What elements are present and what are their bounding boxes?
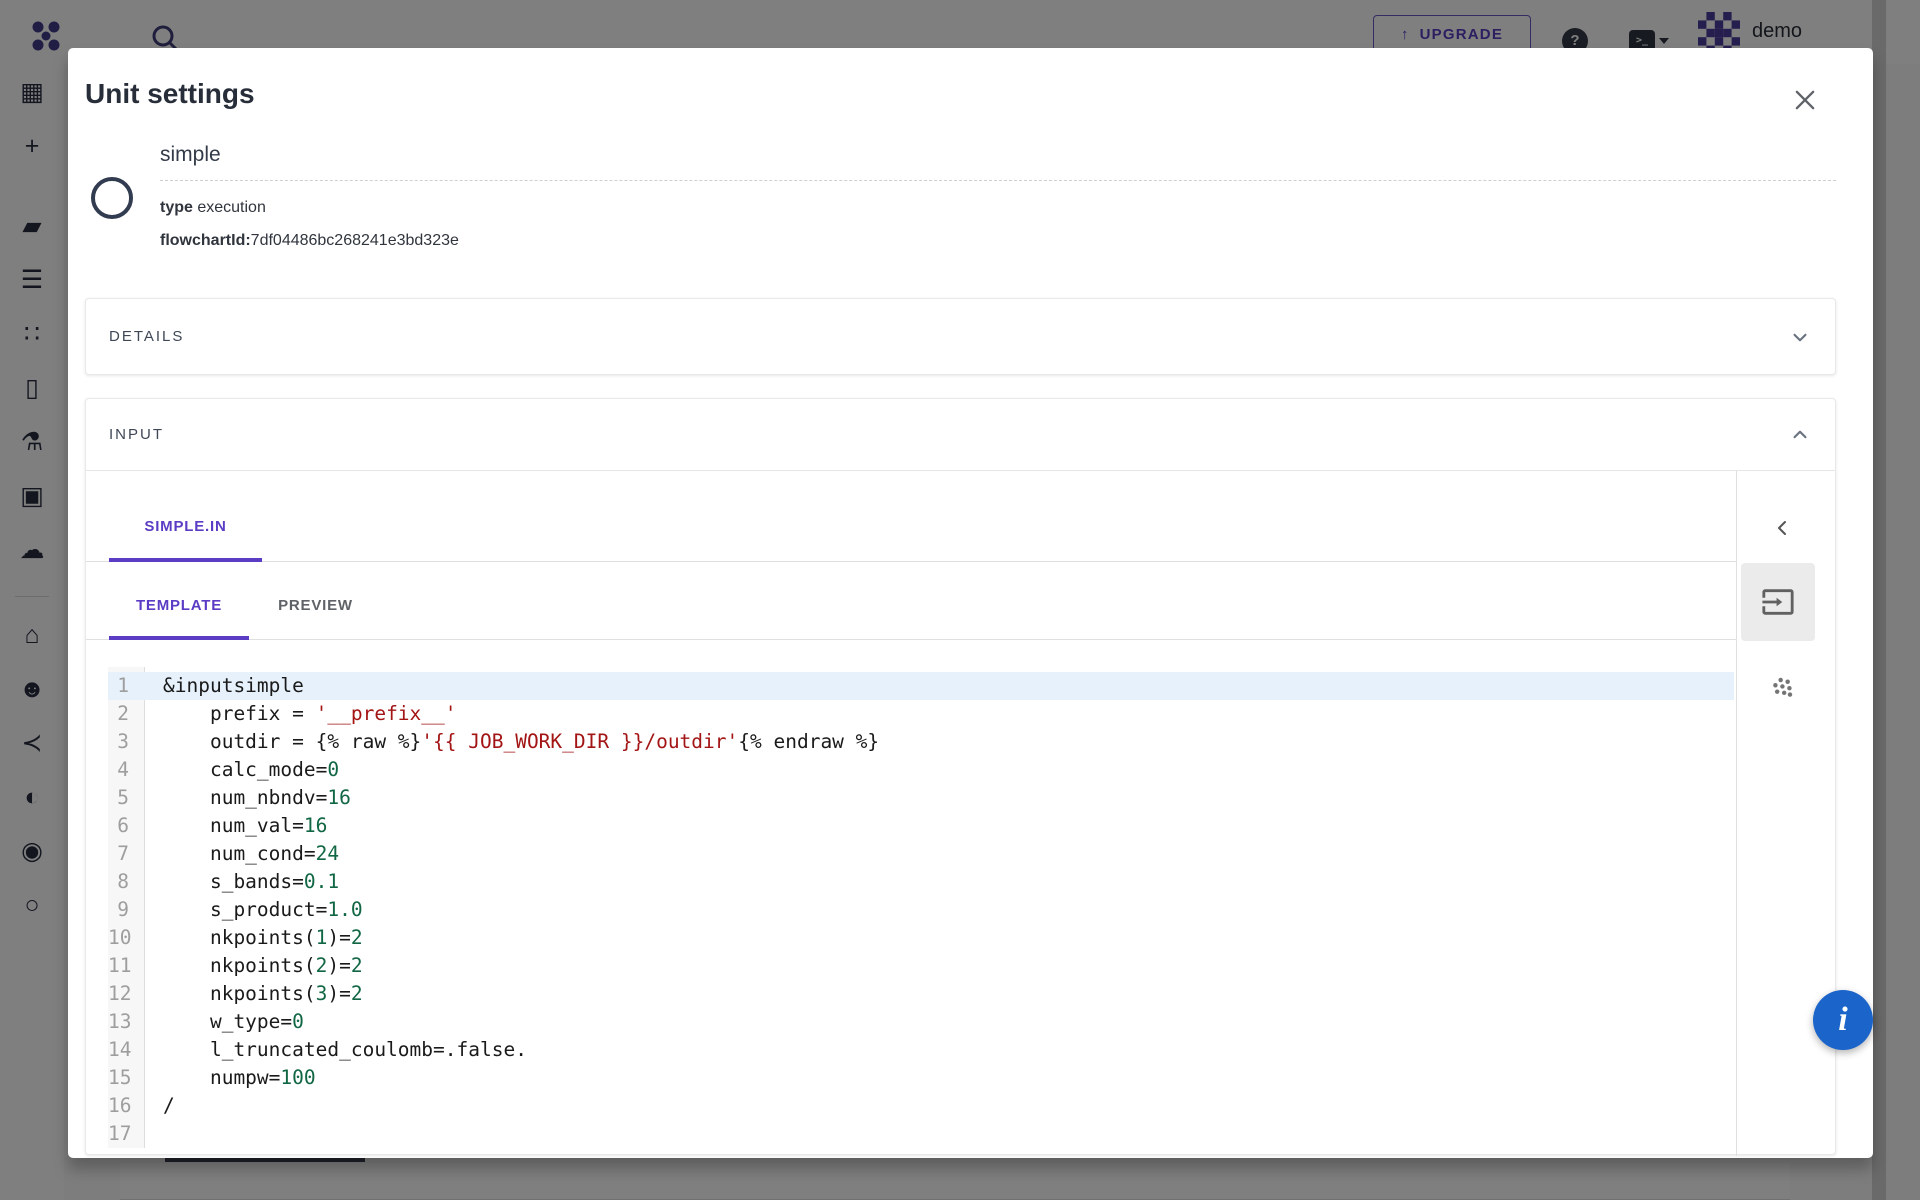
unit-settings-modal: Unit settings simple type execution flow… bbox=[68, 48, 1873, 1158]
input-accordion-header[interactable]: INPUT bbox=[86, 399, 1835, 471]
editor-tab-indicator bbox=[109, 636, 249, 640]
info-icon: i bbox=[1838, 1001, 1847, 1038]
code-line: 7 num_cond=24 bbox=[108, 840, 1734, 868]
code-text bbox=[138, 1120, 163, 1148]
code-line: 9 s_product=1.0 bbox=[108, 896, 1734, 924]
line-number: 16 bbox=[108, 1092, 138, 1120]
unit-type-row: type execution bbox=[160, 199, 1836, 217]
line-number: 13 bbox=[108, 1008, 138, 1036]
code-line: 1&inputsimple bbox=[108, 672, 1734, 700]
tab-simple-in[interactable]: SIMPLE.IN bbox=[109, 491, 262, 561]
code-text: l_truncated_coulomb=.false. bbox=[138, 1036, 527, 1064]
line-number: 6 bbox=[108, 812, 138, 840]
code-text: nkpoints(3)=2 bbox=[138, 980, 363, 1008]
details-accordion: DETAILS bbox=[85, 298, 1836, 375]
close-button[interactable] bbox=[1785, 81, 1825, 121]
code-text: numpw=100 bbox=[138, 1064, 316, 1092]
chevron-up-icon bbox=[1787, 422, 1813, 448]
tab-preview[interactable]: PREVIEW bbox=[275, 571, 356, 639]
code-text: &inputsimple bbox=[138, 672, 304, 700]
line-number: 9 bbox=[108, 896, 138, 924]
code-text: num_val=16 bbox=[138, 812, 327, 840]
close-icon bbox=[1791, 86, 1819, 114]
details-label: DETAILS bbox=[109, 328, 184, 345]
line-number: 10 bbox=[108, 924, 138, 952]
tab-template[interactable]: TEMPLATE bbox=[109, 571, 249, 639]
code-line: 17 bbox=[108, 1120, 1734, 1148]
dashed-divider bbox=[160, 180, 1836, 181]
line-number: 14 bbox=[108, 1036, 138, 1064]
code-line: 14 l_truncated_coulomb=.false. bbox=[108, 1036, 1734, 1064]
code-line: 12 nkpoints(3)=2 bbox=[108, 980, 1734, 1008]
code-line: 6 num_val=16 bbox=[108, 812, 1734, 840]
unit-name: simple bbox=[160, 143, 1836, 180]
input-icon bbox=[1761, 585, 1795, 619]
editor-tabbar: TEMPLATE PREVIEW bbox=[86, 571, 1736, 640]
code-line: 16/ bbox=[108, 1092, 1734, 1120]
code-text: calc_mode=0 bbox=[138, 756, 339, 784]
line-number: 7 bbox=[108, 840, 138, 868]
code-text: s_bands=0.1 bbox=[138, 868, 339, 896]
rail-divider bbox=[1736, 471, 1737, 1156]
code-line: 8 s_bands=0.1 bbox=[108, 868, 1734, 896]
code-text: prefix = '__prefix__' bbox=[138, 700, 457, 728]
code-text: outdir = {% raw %}'{{ JOB_WORK_DIR }}/ou… bbox=[138, 728, 879, 756]
code-text: s_product=1.0 bbox=[138, 896, 363, 924]
code-editor[interactable]: 1&inputsimple2 prefix = '__prefix__'3 ou… bbox=[108, 667, 1734, 1148]
code-text: / bbox=[138, 1092, 175, 1120]
editor-lines: 1&inputsimple2 prefix = '__prefix__'3 ou… bbox=[108, 672, 1734, 1148]
unit-shape-icon bbox=[91, 177, 133, 219]
code-line: 11 nkpoints(2)=2 bbox=[108, 952, 1734, 980]
input-view-button[interactable] bbox=[1741, 563, 1815, 641]
line-number: 3 bbox=[108, 728, 138, 756]
line-number: 2 bbox=[108, 700, 138, 728]
code-line: 3 outdir = {% raw %}'{{ JOB_WORK_DIR }}/… bbox=[108, 728, 1734, 756]
code-line: 5 num_nbndv=16 bbox=[108, 784, 1734, 812]
line-number: 17 bbox=[108, 1120, 138, 1148]
code-text: nkpoints(1)=2 bbox=[138, 924, 363, 952]
chevron-left-icon bbox=[1771, 516, 1795, 540]
code-text: num_cond=24 bbox=[138, 840, 339, 868]
line-number: 5 bbox=[108, 784, 138, 812]
details-accordion-header[interactable]: DETAILS bbox=[86, 299, 1835, 374]
code-text: num_nbndv=16 bbox=[138, 784, 351, 812]
code-text: nkpoints(2)=2 bbox=[138, 952, 363, 980]
line-number: 8 bbox=[108, 868, 138, 896]
line-number: 15 bbox=[108, 1064, 138, 1092]
code-line: 15 numpw=100 bbox=[108, 1064, 1734, 1092]
line-number: 11 bbox=[108, 952, 138, 980]
chevron-down-icon bbox=[1787, 324, 1813, 350]
grain-view-button[interactable] bbox=[1763, 667, 1803, 707]
line-number: 12 bbox=[108, 980, 138, 1008]
info-fab[interactable]: i bbox=[1813, 990, 1873, 1050]
unit-flowchart-row: flowchartId:7df04486bc268241e3bd323e bbox=[160, 232, 1836, 250]
input-accordion: INPUT SIMPLE.IN TEMPLATE PREVIEW 1&input… bbox=[85, 398, 1836, 1155]
line-number: 4 bbox=[108, 756, 138, 784]
code-line: 10 nkpoints(1)=2 bbox=[108, 924, 1734, 952]
code-text: w_type=0 bbox=[138, 1008, 304, 1036]
input-label: INPUT bbox=[109, 426, 164, 443]
modal-title: Unit settings bbox=[85, 78, 255, 110]
file-tab-indicator bbox=[109, 558, 262, 562]
file-tabbar: SIMPLE.IN bbox=[86, 491, 1736, 562]
code-line: 2 prefix = '__prefix__' bbox=[108, 700, 1734, 728]
grain-dots-icon bbox=[1769, 673, 1797, 701]
code-line: 13 w_type=0 bbox=[108, 1008, 1734, 1036]
code-line: 4 calc_mode=0 bbox=[108, 756, 1734, 784]
line-number: 1 bbox=[108, 672, 138, 700]
collapse-panel-button[interactable] bbox=[1763, 508, 1803, 548]
